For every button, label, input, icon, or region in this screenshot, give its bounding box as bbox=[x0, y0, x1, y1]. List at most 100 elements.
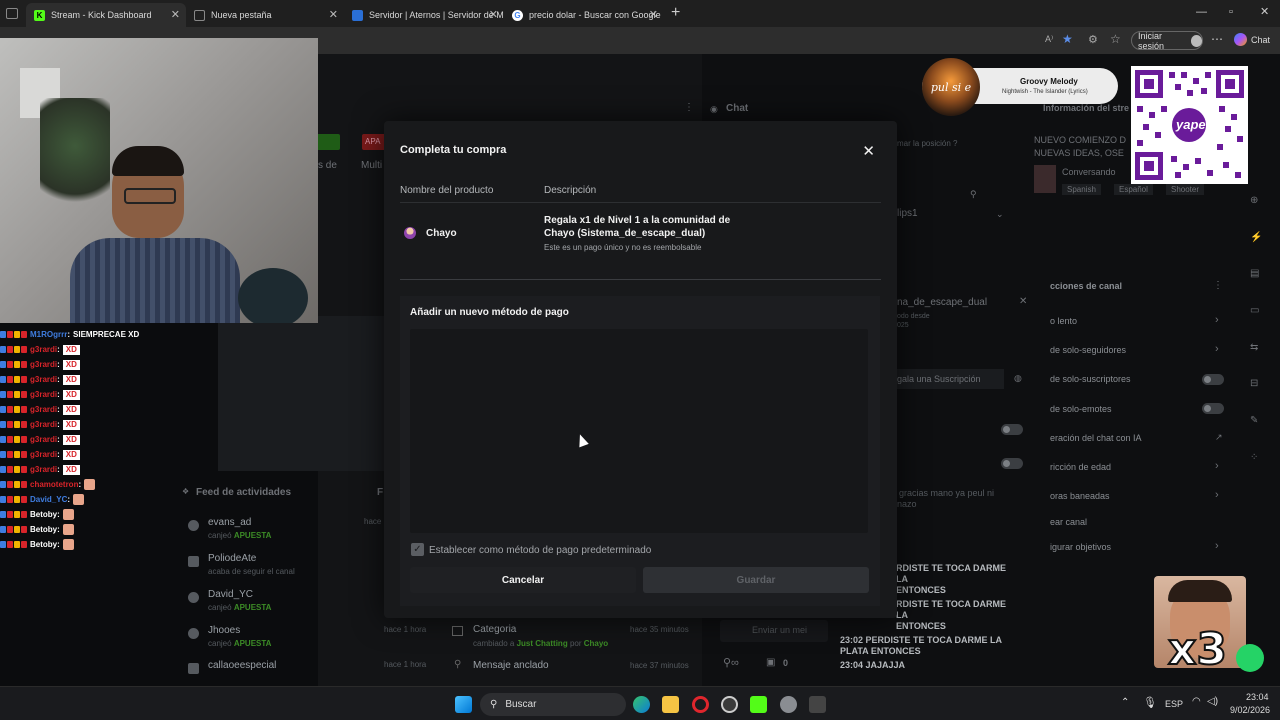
star-icon[interactable]: ★ bbox=[1062, 32, 1073, 46]
badge-icon bbox=[14, 511, 20, 518]
chevron-down-icon[interactable]: ⌄ bbox=[996, 209, 1004, 220]
browser-tab-menu-icon[interactable] bbox=[6, 8, 18, 19]
chat-username: g3rardi bbox=[30, 420, 58, 429]
clips-label: lips1 bbox=[897, 208, 918, 219]
close-icon[interactable]: ✕ bbox=[862, 142, 875, 160]
chevron-right-icon[interactable]: › bbox=[1215, 343, 1219, 355]
sign-in-button[interactable]: Iniciar sesión bbox=[1131, 31, 1203, 51]
mod-item[interactable]: de solo-suscriptores bbox=[1050, 374, 1131, 384]
mod-item[interactable]: de solo-seguidores bbox=[1050, 345, 1126, 355]
wifi-icon[interactable]: ◠ bbox=[1192, 696, 1201, 707]
badge-icon bbox=[0, 466, 6, 473]
close-icon[interactable]: ✕ bbox=[329, 8, 338, 21]
mod-item[interactable]: ear canal bbox=[1050, 517, 1087, 527]
rail-icon[interactable]: ⊕ bbox=[1250, 195, 1258, 206]
mod-item[interactable]: o lento bbox=[1050, 316, 1077, 326]
opera-icon[interactable] bbox=[692, 696, 709, 713]
xd-emote: XD bbox=[62, 374, 80, 385]
tab-title: Nueva pestaña bbox=[211, 10, 272, 20]
window-close-icon[interactable]: ✕ bbox=[1260, 5, 1269, 18]
maximize-icon[interactable]: ▫ bbox=[1229, 6, 1233, 18]
edge-icon[interactable] bbox=[633, 696, 650, 713]
extensions-icon[interactable]: ⚙ bbox=[1088, 33, 1098, 46]
file-explorer-icon[interactable] bbox=[662, 696, 679, 713]
payment-form-frame[interactable] bbox=[410, 329, 868, 533]
settings-icon[interactable] bbox=[780, 696, 797, 713]
close-icon[interactable]: ✕ bbox=[489, 8, 498, 21]
feed-expand-icon[interactable]: ❖ bbox=[182, 487, 189, 496]
badge-icon bbox=[21, 346, 27, 353]
toggle-switch[interactable] bbox=[1202, 403, 1224, 414]
chat-input[interactable]: Enviar un mei bbox=[720, 620, 828, 642]
close-icon[interactable]: ✕ bbox=[649, 8, 658, 21]
taskbar-search[interactable]: ⚲ Buscar bbox=[480, 693, 626, 716]
rail-icon[interactable]: ▤ bbox=[1250, 268, 1259, 279]
tab-kick-dashboard[interactable]: K Stream - Kick Dashboard ✕ bbox=[26, 3, 186, 27]
clock-time[interactable]: 23:04 bbox=[1246, 692, 1269, 702]
toggle-switch[interactable] bbox=[1001, 458, 1023, 469]
category-event-time: hace 35 minutos bbox=[630, 625, 689, 634]
chat-username: g3rardi bbox=[30, 375, 58, 384]
tab-aternos[interactable]: Servidor | Aternos | Servidor de M ✕ bbox=[344, 3, 504, 27]
chevron-right-icon[interactable]: › bbox=[1215, 489, 1219, 501]
minimize-icon[interactable]: — bbox=[1196, 6, 1207, 18]
mod-item[interactable]: ricción de edad bbox=[1050, 462, 1111, 472]
rail-icon[interactable]: ⇆ bbox=[1250, 342, 1258, 353]
windows-start-icon[interactable] bbox=[455, 696, 472, 713]
search-placeholder: Buscar bbox=[505, 699, 537, 710]
badge-icon bbox=[7, 511, 13, 518]
favorites-icon[interactable]: ☆ bbox=[1110, 32, 1121, 46]
more-icon[interactable]: ⋯ bbox=[1211, 32, 1223, 46]
gift-icon[interactable]: ▣ bbox=[766, 657, 775, 668]
rail-icon[interactable]: ✎ bbox=[1250, 415, 1258, 426]
mod-item[interactable]: de solo-emotes bbox=[1050, 404, 1112, 414]
external-link-icon[interactable]: ↗ bbox=[1215, 432, 1223, 443]
tab-new-tab[interactable]: Nueva pestaña ✕ bbox=[186, 3, 344, 27]
user-badges bbox=[0, 406, 27, 413]
terminal-icon[interactable] bbox=[809, 696, 826, 713]
clock-date[interactable]: 9/02/2026 bbox=[1230, 705, 1270, 715]
xd-emote: XD bbox=[62, 344, 80, 355]
kick-app-icon[interactable] bbox=[750, 696, 767, 713]
pin-icon[interactable]: ⚲ bbox=[970, 189, 977, 200]
default-payment-checkbox[interactable]: ✓ bbox=[411, 543, 424, 556]
volume-icon[interactable]: ◁) bbox=[1207, 696, 1218, 707]
panel-menu-icon[interactable]: ⋮ bbox=[684, 102, 694, 113]
infinity-icon[interactable]: ⚲∞ bbox=[723, 656, 739, 669]
gift-icon[interactable]: ◍ bbox=[1014, 373, 1022, 384]
gift-sub-chip[interactable]: gala una Suscripción bbox=[894, 369, 1004, 389]
tab-google[interactable]: G precio dolar - Buscar con Google ✕ bbox=[504, 3, 664, 27]
tab-multi[interactable]: Multi bbox=[361, 160, 382, 171]
chevron-right-icon[interactable]: › bbox=[1215, 460, 1219, 472]
mod-item[interactable]: igurar objetivos bbox=[1050, 542, 1111, 552]
cancel-button[interactable]: Cancelar bbox=[410, 567, 636, 593]
panel-menu-icon[interactable]: ⋮ bbox=[1213, 280, 1223, 291]
copilot-chat-button[interactable]: Chat bbox=[1234, 33, 1270, 46]
chevron-up-icon[interactable]: ⌃ bbox=[1121, 697, 1129, 708]
obs-icon[interactable] bbox=[721, 696, 738, 713]
dismiss-icon[interactable]: ✕ bbox=[1019, 296, 1027, 307]
mod-item[interactable]: oras baneadas bbox=[1050, 491, 1110, 501]
rail-icon[interactable]: ⊟ bbox=[1250, 378, 1258, 389]
language-indicator[interactable]: ESP bbox=[1165, 699, 1183, 709]
pin-icon: ⚲ bbox=[454, 659, 462, 670]
toggle-switch[interactable] bbox=[1202, 374, 1224, 385]
overlay-chat-line: g3rardi : XD bbox=[0, 432, 170, 447]
chevron-right-icon[interactable]: › bbox=[1215, 540, 1219, 552]
activity-detail: canjeó APUESTA bbox=[208, 639, 272, 648]
rail-icon[interactable]: ⁘ bbox=[1250, 452, 1258, 463]
webcam-overlay bbox=[0, 38, 318, 323]
tab-stats[interactable]: s de bbox=[318, 160, 337, 171]
save-button[interactable]: Guardar bbox=[643, 567, 869, 593]
badge-icon bbox=[0, 526, 6, 533]
read-aloud-icon[interactable]: A⁾ bbox=[1045, 34, 1053, 45]
chevron-right-icon[interactable]: › bbox=[1215, 314, 1219, 326]
rail-icon[interactable]: ⚡ bbox=[1250, 232, 1262, 243]
toggle-switch[interactable] bbox=[1001, 424, 1023, 435]
user-badges bbox=[0, 346, 27, 353]
mic-icon[interactable]: 🎙 bbox=[1143, 696, 1157, 709]
mod-item[interactable]: eración del chat con IA bbox=[1050, 433, 1142, 443]
new-tab-button[interactable]: + bbox=[671, 4, 680, 22]
close-icon[interactable]: ✕ bbox=[171, 8, 180, 21]
rail-icon[interactable]: ▭ bbox=[1250, 305, 1259, 316]
